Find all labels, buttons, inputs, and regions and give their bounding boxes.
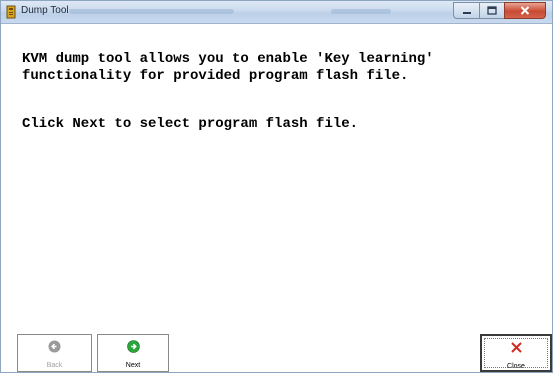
minimize-button[interactable] bbox=[453, 2, 479, 19]
title-bar[interactable]: Dump Tool bbox=[1, 1, 552, 24]
back-arrow-icon bbox=[48, 340, 61, 358]
next-button[interactable]: Next bbox=[97, 334, 169, 372]
dump-tool-window: Dump Tool KVM dump tool allows you to en… bbox=[0, 0, 553, 373]
maximize-icon bbox=[487, 2, 497, 20]
window-title: Dump Tool bbox=[21, 5, 69, 16]
close-icon bbox=[520, 2, 530, 20]
intro-text-line-2: functionality for provided program flash… bbox=[22, 68, 409, 84]
instruction-text: Click Next to select program flash file. bbox=[22, 116, 359, 132]
app-icon bbox=[6, 5, 16, 19]
next-arrow-icon bbox=[126, 340, 140, 358]
title-status-obscured bbox=[331, 9, 391, 14]
minimize-icon bbox=[462, 2, 472, 20]
maximize-button[interactable] bbox=[479, 2, 504, 19]
intro-text-line-1: KVM dump tool allows you to enable 'Key … bbox=[22, 51, 434, 67]
back-button[interactable]: Back bbox=[17, 334, 92, 372]
window-controls bbox=[453, 2, 546, 19]
next-button-label: Next bbox=[125, 362, 141, 369]
title-suffix-obscured bbox=[69, 9, 234, 14]
close-x-icon bbox=[510, 341, 523, 359]
close-button-label: Close bbox=[507, 363, 525, 370]
back-button-label: Back bbox=[46, 362, 63, 369]
window-close-button[interactable] bbox=[504, 2, 546, 19]
close-button[interactable]: Close bbox=[480, 334, 552, 372]
